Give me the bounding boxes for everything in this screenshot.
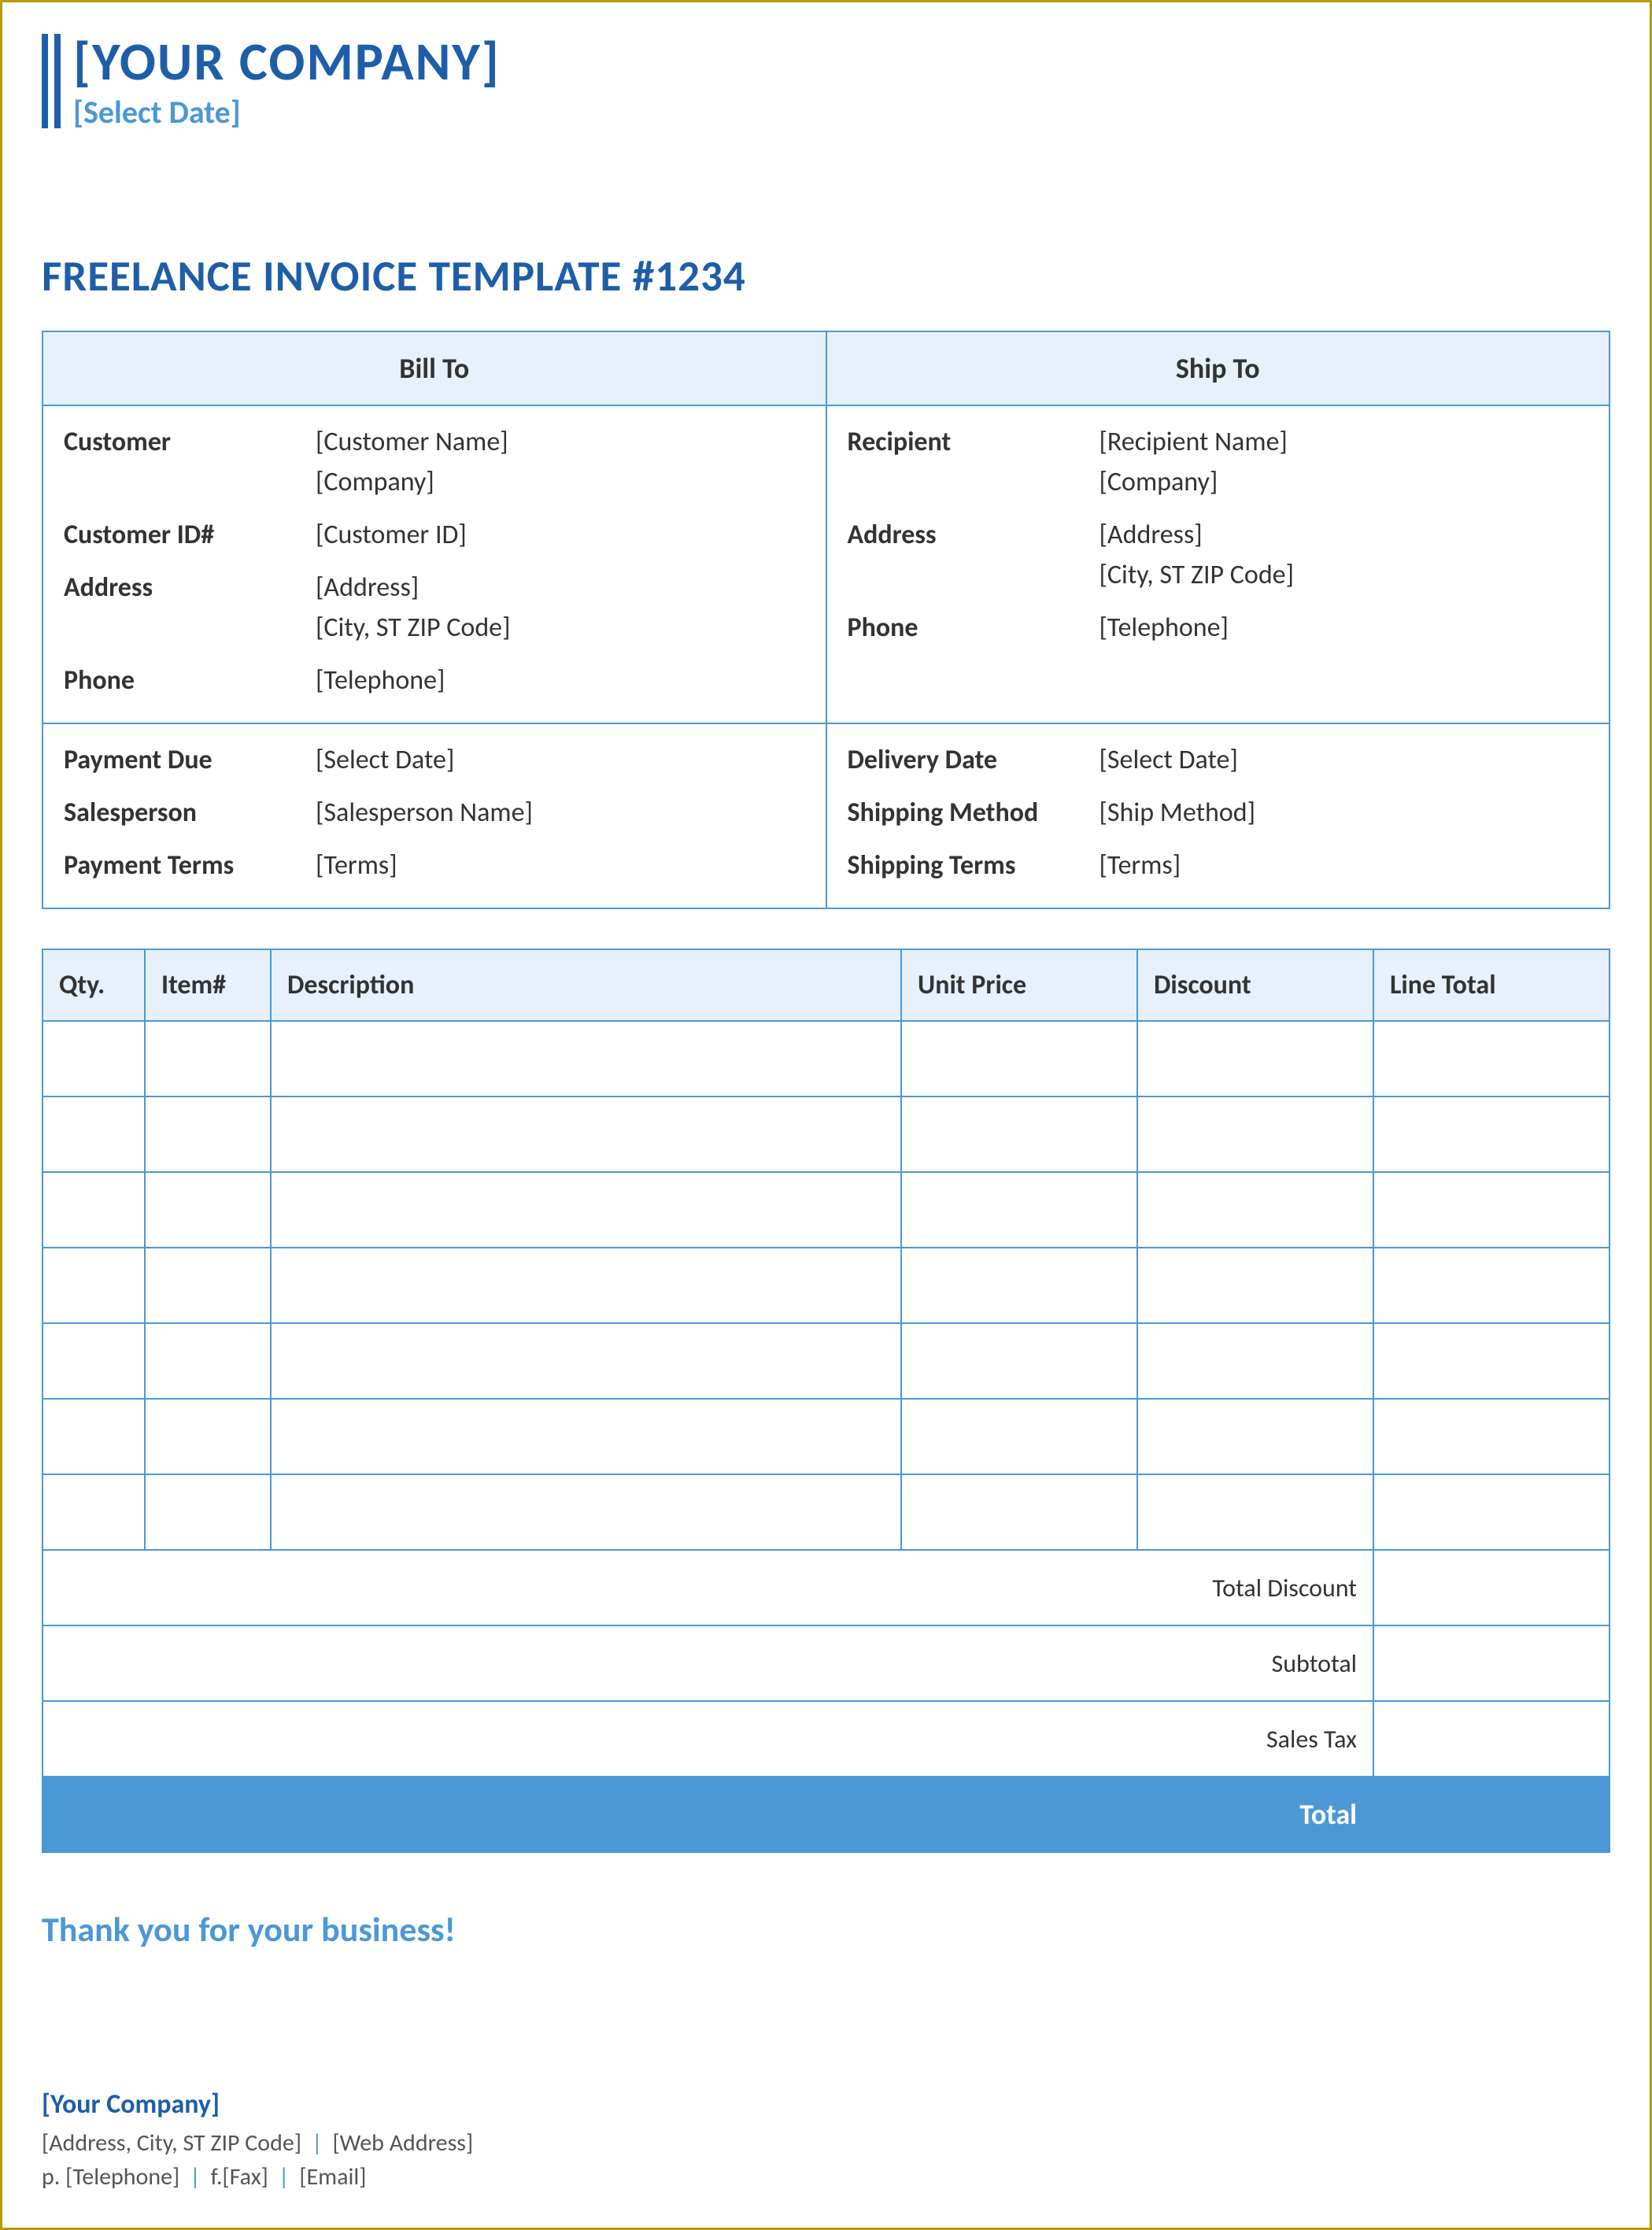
shipping-terms-label: Shipping Terms <box>848 845 1099 886</box>
bill-to-header: Bill To <box>43 331 826 405</box>
shipping-method-label: Shipping Method <box>848 793 1099 833</box>
customer-label: Customer <box>64 422 316 502</box>
total-label: Total <box>43 1777 1373 1852</box>
footer-phone-prefix: p. <box>42 2162 65 2191</box>
invoice-page: [YOUR COMPANY] [Select Date] FREELANCE I… <box>0 0 1652 2230</box>
ship-address-line1[interactable]: [Address] <box>1099 519 1203 551</box>
footer-address[interactable]: [Address, City, ST ZIP Code] <box>42 2128 301 2158</box>
subtotal-label: Subtotal <box>43 1625 1373 1701</box>
shipping-terms-field[interactable]: [Terms] <box>1099 845 1181 886</box>
thank-you-message: Thank you for your business! <box>42 1908 1610 1951</box>
footer-web[interactable]: [Web Address] <box>332 2128 473 2158</box>
separator-icon: | <box>185 2162 205 2191</box>
ship-address-line2[interactable]: [City, ST ZIP Code] <box>1099 559 1295 591</box>
payment-due-label: Payment Due <box>64 740 316 780</box>
line-item-row[interactable] <box>43 1172 1609 1248</box>
footer-address-line: [Address, City, ST ZIP Code] | [Web Addr… <box>42 2128 1610 2158</box>
header: [YOUR COMPANY] [Select Date] <box>42 34 1610 131</box>
bill-phone-label: Phone <box>64 660 316 701</box>
col-discount: Discount <box>1137 949 1373 1021</box>
payment-terms-field[interactable]: [Terms] <box>316 845 397 886</box>
bill-address-line2[interactable]: [City, ST ZIP Code] <box>316 612 511 644</box>
col-unit-price: Unit Price <box>901 949 1137 1021</box>
total-discount-value[interactable] <box>1373 1550 1609 1625</box>
ship-phone-field[interactable]: [Telephone] <box>1099 608 1229 648</box>
payment-due-field[interactable]: [Select Date] <box>316 740 454 780</box>
delivery-cell: Delivery Date [Select Date] Shipping Met… <box>826 723 1610 908</box>
header-accent-bars <box>42 34 61 128</box>
col-desc: Description <box>271 949 901 1021</box>
footer-contact-line: p. [Telephone] | f.[Fax] | [Email] <box>42 2162 1610 2191</box>
recipient-name-field[interactable]: [Recipient Name] <box>1099 426 1288 458</box>
separator-icon: | <box>274 2162 294 2191</box>
sales-tax-row: Sales Tax <box>43 1701 1609 1777</box>
recipient-label: Recipient <box>848 422 1099 502</box>
delivery-date-field[interactable]: [Select Date] <box>1099 740 1238 780</box>
total-discount-label: Total Discount <box>43 1550 1373 1625</box>
subtotal-value[interactable] <box>1373 1625 1609 1701</box>
line-item-row[interactable] <box>43 1097 1609 1172</box>
footer-email[interactable]: [Email] <box>299 2162 366 2191</box>
total-value[interactable] <box>1373 1777 1609 1852</box>
footer-fax[interactable]: [Fax] <box>222 2162 268 2191</box>
bill-to-cell: Customer [Customer Name] [Company] Custo… <box>43 405 826 723</box>
customer-id-label: Customer ID# <box>64 515 316 555</box>
total-discount-row: Total Discount <box>43 1550 1609 1625</box>
invoice-date-field[interactable]: [Select Date] <box>73 93 501 131</box>
items-header-row: Qty. Item# Description Unit Price Discou… <box>43 949 1609 1021</box>
customer-name-field[interactable]: [Customer Name] <box>316 426 508 458</box>
bill-address-field[interactable]: [Address] [City, ST ZIP Code] <box>316 568 511 648</box>
bill-address-label: Address <box>64 568 316 648</box>
col-line-total: Line Total <box>1373 949 1609 1021</box>
accent-bar-icon <box>54 34 61 128</box>
line-item-row[interactable] <box>43 1248 1609 1323</box>
footer-phone[interactable]: [Telephone] <box>65 2162 179 2191</box>
payment-terms-label: Payment Terms <box>64 845 316 886</box>
bill-address-line1[interactable]: [Address] <box>316 571 419 604</box>
payment-cell: Payment Due [Select Date] Salesperson [S… <box>43 723 826 908</box>
sales-tax-label: Sales Tax <box>43 1701 1373 1777</box>
company-name[interactable]: [YOUR COMPANY] <box>73 34 501 90</box>
customer-company-field[interactable]: [Company] <box>316 466 434 498</box>
separator-icon: | <box>307 2128 327 2158</box>
salesperson-field[interactable]: [Salesperson Name] <box>316 793 533 833</box>
customer-id-field[interactable]: [Customer ID] <box>316 515 467 555</box>
ship-phone-label: Phone <box>848 608 1099 648</box>
company-block: [YOUR COMPANY] [Select Date] <box>68 34 501 131</box>
footer-company-name[interactable]: [Your Company] <box>42 2088 1610 2121</box>
sales-tax-value[interactable] <box>1373 1701 1609 1777</box>
ship-to-cell: Recipient [Recipient Name] [Company] Add… <box>826 405 1610 723</box>
ship-address-label: Address <box>848 515 1099 595</box>
delivery-date-label: Delivery Date <box>848 740 1099 780</box>
line-item-row[interactable] <box>43 1474 1609 1550</box>
recipient-value[interactable]: [Recipient Name] [Company] <box>1099 422 1288 502</box>
col-qty: Qty. <box>43 949 145 1021</box>
subtotal-row: Subtotal <box>43 1625 1609 1701</box>
col-item: Item# <box>145 949 271 1021</box>
accent-bar-icon <box>42 34 48 128</box>
recipient-company-field[interactable]: [Company] <box>1099 466 1218 498</box>
line-item-row[interactable] <box>43 1021 1609 1097</box>
footer-fax-prefix: f. <box>211 2162 223 2191</box>
customer-info-table: Bill To Ship To Customer [Customer Name]… <box>42 331 1610 909</box>
customer-value[interactable]: [Customer Name] [Company] <box>316 422 508 502</box>
bill-phone-field[interactable]: [Telephone] <box>316 660 445 701</box>
line-item-row[interactable] <box>43 1323 1609 1399</box>
grand-total-row: Total <box>43 1777 1609 1852</box>
invoice-title: FREELANCE INVOICE TEMPLATE #1234 <box>42 250 1610 302</box>
shipping-method-field[interactable]: [Ship Method] <box>1099 793 1256 833</box>
ship-address-field[interactable]: [Address] [City, ST ZIP Code] <box>1099 515 1295 595</box>
salesperson-label: Salesperson <box>64 793 316 833</box>
line-items-table: Qty. Item# Description Unit Price Discou… <box>42 949 1610 1853</box>
ship-to-header: Ship To <box>826 331 1610 405</box>
line-item-row[interactable] <box>43 1399 1609 1474</box>
footer: [Your Company] [Address, City, ST ZIP Co… <box>42 2088 1610 2196</box>
